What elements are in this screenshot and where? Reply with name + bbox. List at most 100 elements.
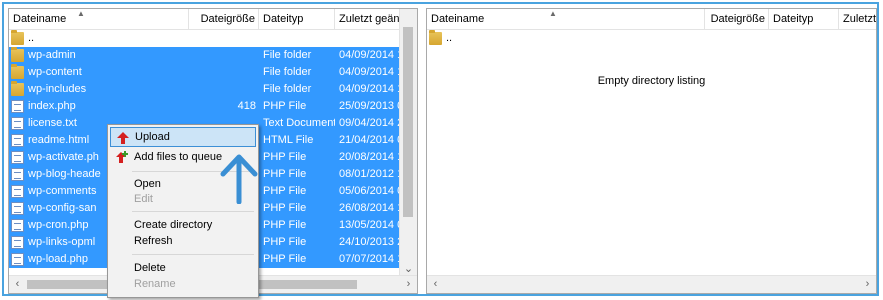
remote-list-header: Dateiname ▲ Dateigröße Dateityp Zuletzt …: [427, 9, 876, 30]
folder-icon: [11, 81, 24, 96]
context-menu: Upload Add files to queue Open Edit Crea…: [107, 124, 259, 298]
parent-directory-row[interactable]: ..: [9, 30, 402, 47]
file-row[interactable]: wp-admin File folder 04/09/2014 1: [9, 47, 402, 64]
column-header-label: Dateiname: [13, 13, 67, 25]
php-file-icon: [11, 151, 24, 164]
php-file-icon: [11, 168, 24, 181]
screenshot-frame: Dateiname ▲ Dateigröße Dateityp Zuletzt …: [2, 2, 879, 298]
menu-separator: [132, 211, 254, 212]
menu-item-label: Create directory: [134, 219, 213, 231]
menu-item-rename: Rename: [110, 274, 256, 294]
php-file-icon: [11, 253, 24, 266]
vertical-scrollbar[interactable]: ⌄: [399, 9, 417, 276]
file-type: File folder: [263, 66, 312, 78]
file-name: wp-admin: [28, 49, 76, 61]
menu-item-label: Refresh: [134, 235, 173, 247]
column-header-label: Dateigröße: [710, 13, 765, 25]
column-header-size[interactable]: Dateigröße: [705, 9, 769, 29]
file-size: [189, 64, 256, 81]
upload-arrow-icon: [117, 132, 129, 144]
annotation-arrow-icon: [220, 154, 258, 204]
parent-directory-row[interactable]: ..: [427, 30, 867, 47]
scroll-left-arrow-icon[interactable]: ‹: [9, 276, 26, 293]
empty-directory-message: Empty directory listing: [597, 75, 706, 87]
scroll-left-arrow-icon[interactable]: ‹: [427, 276, 444, 293]
column-header-label: Dateityp: [773, 13, 814, 25]
file-name: wp-includes: [28, 83, 87, 95]
folder-icon: [11, 30, 24, 45]
file-name: wp-content: [28, 66, 82, 78]
file-modified: 20/08/2014 1: [339, 151, 402, 163]
php-file-icon: [11, 185, 24, 198]
menu-separator: [132, 254, 254, 255]
column-header-label: Zuletzt geän: [339, 13, 400, 25]
folder-icon: [11, 47, 24, 62]
php-file-icon: [11, 219, 24, 232]
file-size: [189, 47, 256, 64]
menu-item-label: Add files to queue: [134, 151, 223, 163]
php-file-icon: [11, 202, 24, 215]
menu-item-refresh[interactable]: Refresh: [110, 231, 256, 251]
menu-item-label: Upload: [135, 131, 170, 143]
file-modified: 24/10/2013 2: [339, 236, 402, 248]
file-type: HTML File: [263, 134, 314, 146]
file-name: index.php: [28, 100, 76, 112]
php-file-icon: [11, 100, 24, 113]
file-type: PHP File: [263, 202, 307, 214]
file-modified: 05/06/2014 0: [339, 185, 402, 197]
column-header-label: Dateityp: [263, 13, 304, 25]
file-name: ..: [28, 32, 35, 44]
file-modified: 21/04/2014 0: [339, 134, 402, 146]
file-type: File folder: [263, 83, 312, 95]
file-type: PHP File: [263, 219, 307, 231]
file-modified: 25/09/2013 0: [339, 100, 402, 112]
folder-icon: [11, 64, 24, 79]
file-type: File folder: [263, 49, 312, 61]
file-row[interactable]: index.php 418 PHP File 25/09/2013 0: [9, 98, 402, 115]
scrollbar-thumb[interactable]: [403, 27, 413, 217]
column-header-label: Zuletzt g: [843, 13, 877, 25]
column-header-label: Dateigröße: [200, 13, 255, 25]
file-row[interactable]: wp-includes File folder 04/09/2014 1: [9, 81, 402, 98]
file-modified: 13/05/2014 0: [339, 219, 402, 231]
file-modified: 04/09/2014 1: [339, 49, 402, 61]
file-modified: 04/09/2014 1: [339, 66, 402, 78]
column-header-name[interactable]: Dateiname: [9, 9, 189, 29]
file-type: PHP File: [263, 253, 307, 265]
file-type: PHP File: [263, 168, 307, 180]
file-type: PHP File: [263, 185, 307, 197]
file-modified: 09/04/2014 2: [339, 117, 402, 129]
column-header-type[interactable]: Dateityp: [769, 9, 839, 29]
file-row[interactable]: wp-content File folder 04/09/2014 1: [9, 64, 402, 81]
sort-ascending-icon: ▲: [549, 9, 557, 18]
local-list-header: Dateiname ▲ Dateigröße Dateityp Zuletzt …: [9, 9, 417, 30]
column-header-label: Dateiname: [431, 13, 485, 25]
file-type: PHP File: [263, 236, 307, 248]
file-size: 418: [237, 100, 256, 112]
file-modified: 26/08/2014 1: [339, 202, 402, 214]
file-size: [189, 81, 256, 98]
column-header-modified[interactable]: Zuletzt geän: [335, 9, 407, 29]
file-modified: 04/09/2014 1: [339, 83, 402, 95]
file-type: PHP File: [263, 100, 307, 112]
scroll-right-arrow-icon[interactable]: ›: [859, 276, 876, 293]
column-header-name[interactable]: Dateiname: [427, 9, 705, 29]
column-header-modified[interactable]: Zuletzt g: [839, 9, 877, 29]
file-modified: 08/01/2012 1: [339, 168, 402, 180]
horizontal-scrollbar[interactable]: ‹ ›: [427, 275, 876, 293]
file-modified: 07/07/2014 1: [339, 253, 402, 265]
menu-item-label: Delete: [134, 262, 166, 274]
column-header-size[interactable]: Dateigröße: [189, 9, 259, 29]
scroll-right-arrow-icon[interactable]: ›: [400, 276, 417, 293]
column-header-type[interactable]: Dateityp: [259, 9, 335, 29]
php-file-icon: [11, 236, 24, 249]
sort-ascending-icon: ▲: [77, 9, 85, 18]
html-file-icon: [11, 134, 24, 147]
text-file-icon: [11, 117, 24, 130]
menu-item-upload[interactable]: Upload: [110, 127, 256, 147]
folder-icon: [429, 30, 442, 45]
file-type: PHP File: [263, 151, 307, 163]
remote-file-list[interactable]: Dateiname ▲ Dateigröße Dateityp Zuletzt …: [426, 8, 877, 294]
file-type: Text Document: [263, 117, 335, 129]
menu-item-label: Rename: [134, 278, 176, 290]
